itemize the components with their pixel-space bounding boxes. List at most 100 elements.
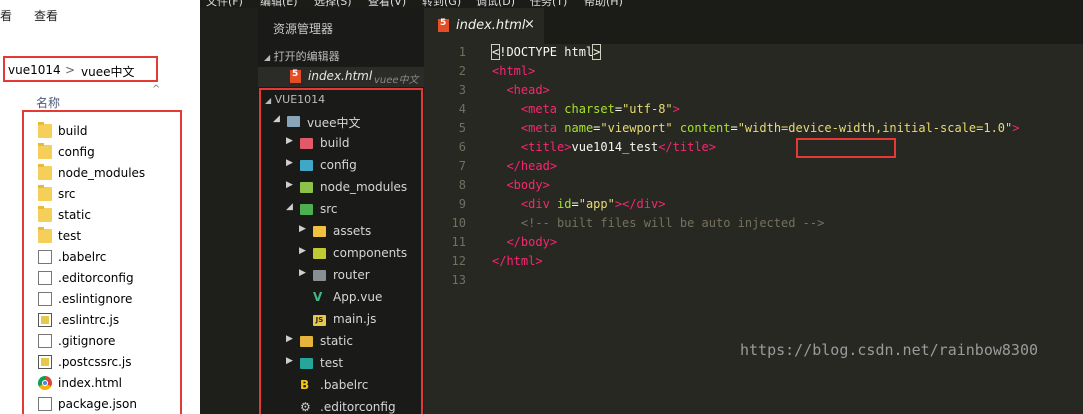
file-list-item[interactable]: static xyxy=(38,206,178,226)
code-line[interactable]: <meta name="viewport" content="width=dev… xyxy=(492,121,1020,135)
line-number: 9 xyxy=(458,197,466,211)
code-line[interactable]: <meta charset="utf-8"> xyxy=(492,102,680,116)
chevron-right-icon[interactable]: ▶ xyxy=(286,180,293,190)
file-icon xyxy=(38,397,52,411)
tree-item[interactable]: ▶ components xyxy=(261,244,421,264)
tree-item[interactable]: ▶ test xyxy=(261,354,421,374)
js-file-icon xyxy=(38,355,52,369)
tree-item[interactable]: V App.vue xyxy=(261,288,421,308)
file-explorer-window: 看 查看 vue1014 > vuee中文 ^ 名称 build config no… xyxy=(0,0,200,414)
breadcrumb-vue1014[interactable]: vue1014 xyxy=(8,63,61,77)
file-name: build xyxy=(58,124,88,138)
code-line[interactable]: <body> xyxy=(492,178,549,192)
address-bar[interactable]: vue1014 > vuee中文 xyxy=(3,56,158,82)
line-number: 7 xyxy=(458,159,466,173)
file-name: node_modules xyxy=(58,166,146,180)
menu-item-view-partial[interactable]: 看 xyxy=(0,7,12,24)
file-name: src xyxy=(58,187,76,201)
title-highlight-box xyxy=(796,138,896,158)
file-icon xyxy=(38,334,52,348)
tree-item[interactable]: B .babelrc xyxy=(261,376,421,396)
tree-item[interactable]: ▶ static xyxy=(261,332,421,352)
file-list-item[interactable]: .eslintrc.js xyxy=(38,311,178,331)
chevron-right-icon[interactable]: ▶ xyxy=(299,246,306,256)
chevron-right-icon[interactable]: ▶ xyxy=(299,268,306,278)
chevron-right-icon[interactable]: ▶ xyxy=(286,356,293,366)
file-list-item[interactable]: .gitignore xyxy=(38,332,178,352)
chevron-down-icon[interactable]: ◢ xyxy=(286,202,293,212)
tree-item-label: test xyxy=(320,356,344,370)
collapse-arrow-icon: ◢ xyxy=(265,96,272,105)
open-editors-section[interactable]: ◢ 打开的编辑器 xyxy=(264,48,340,64)
file-list-item[interactable]: .babelrc xyxy=(38,248,178,268)
js-file-icon xyxy=(38,313,52,327)
tree-item[interactable]: ▶ node_modules xyxy=(261,178,421,198)
file-list-item[interactable]: package.json xyxy=(38,395,178,414)
folder-icon xyxy=(300,336,313,347)
open-editor-item[interactable]: index.html vuee中文 xyxy=(258,67,424,87)
file-list-item[interactable]: .postcssrc.js xyxy=(38,353,178,373)
chevron-down-icon[interactable]: ◢ xyxy=(273,114,280,124)
editor-menu-item[interactable]: 文件(F) xyxy=(206,0,243,8)
folder-icon xyxy=(287,116,300,127)
folder-icon xyxy=(313,248,326,259)
chevron-right-icon[interactable]: ▶ xyxy=(286,334,293,344)
breadcrumb-vuee[interactable]: vuee中文 xyxy=(81,63,134,80)
code-line[interactable]: <div id="app"></div> xyxy=(492,197,666,211)
code-line[interactable]: <!DOCTYPE html> xyxy=(490,44,602,60)
code-line[interactable]: <head> xyxy=(492,83,549,97)
menu-item-view[interactable]: 查看 xyxy=(34,7,58,24)
tree-item[interactable]: ◢ src xyxy=(261,200,421,220)
tree-item[interactable]: ▶ router xyxy=(261,266,421,286)
file-list-item[interactable]: index.html xyxy=(38,374,178,394)
tab-index-html[interactable]: index.html × xyxy=(424,8,544,44)
chevron-right-icon[interactable]: ▶ xyxy=(299,224,306,234)
file-list-item[interactable]: config xyxy=(38,143,178,163)
tree-item[interactable]: ▶ config xyxy=(261,156,421,176)
workspace-root[interactable]: ◢ VUE1014 xyxy=(265,93,325,106)
editor-menu-item[interactable]: 编辑(E) xyxy=(260,0,298,8)
editor-menu-item[interactable]: 查看(V) xyxy=(368,0,406,8)
tree-item[interactable]: ▶ build xyxy=(261,134,421,154)
folder-icon xyxy=(300,138,313,149)
close-tab-icon[interactable]: × xyxy=(524,17,535,32)
tree-item-label: App.vue xyxy=(333,290,383,304)
tree-item[interactable]: ▶ assets xyxy=(261,222,421,242)
code-editor-window: 文件(F) 编辑(E) 选择(S) 查看(V) 转到(G) 调试(D) 任务(T) 帮助(H)… xyxy=(200,0,1083,414)
code-line[interactable]: <html> xyxy=(492,64,535,78)
chevron-right-icon[interactable]: ▶ xyxy=(286,136,293,146)
line-number: 3 xyxy=(458,83,466,97)
folder-icon xyxy=(300,160,313,171)
file-list-item[interactable]: test xyxy=(38,227,178,247)
file-list-item[interactable]: .editorconfig xyxy=(38,269,178,289)
editor-menu-item[interactable]: 转到(G) xyxy=(422,0,461,8)
tree-item-label: .editorconfig xyxy=(320,400,396,414)
file-list-item[interactable]: .eslintignore xyxy=(38,290,178,310)
explorer-menu-bar: 看 查看 xyxy=(0,0,200,28)
chevron-right-icon[interactable]: ▶ xyxy=(286,158,293,168)
tree-item-label: router xyxy=(333,268,370,282)
code-line[interactable]: </head> xyxy=(492,159,557,173)
tree-item[interactable]: ◢ vuee中文 xyxy=(261,112,421,132)
code-line[interactable]: </html> xyxy=(492,254,543,268)
file-list-item[interactable]: node_modules xyxy=(38,164,178,184)
code-line[interactable]: </body> xyxy=(492,235,557,249)
editor-menu-item[interactable]: 帮助(H) xyxy=(584,0,623,8)
tree-item-label: assets xyxy=(333,224,372,238)
column-header-name[interactable]: 名称 xyxy=(0,88,200,112)
editor-menu-item[interactable]: 调试(D) xyxy=(476,0,515,8)
tree-item-label: src xyxy=(320,202,338,216)
code-line[interactable]: <!-- built files will be auto injected -… xyxy=(492,216,824,230)
code-line[interactable]: <title>vue1014_test</title> xyxy=(492,140,716,154)
editor-menu-item[interactable]: 选择(S) xyxy=(314,0,352,8)
tree-item[interactable]: ⚙ .editorconfig xyxy=(261,398,421,414)
folder-icon xyxy=(300,204,313,215)
file-name: .gitignore xyxy=(58,334,116,348)
editor-menu-item[interactable]: 任务(T) xyxy=(530,0,567,8)
file-name: index.html xyxy=(58,376,122,390)
sidebar-title: 资源管理器 xyxy=(273,22,334,36)
tree-item-label: components xyxy=(333,246,408,260)
file-list-item[interactable]: build xyxy=(38,122,178,142)
tree-item[interactable]: JS main.js xyxy=(261,310,421,330)
file-list-item[interactable]: src xyxy=(38,185,178,205)
